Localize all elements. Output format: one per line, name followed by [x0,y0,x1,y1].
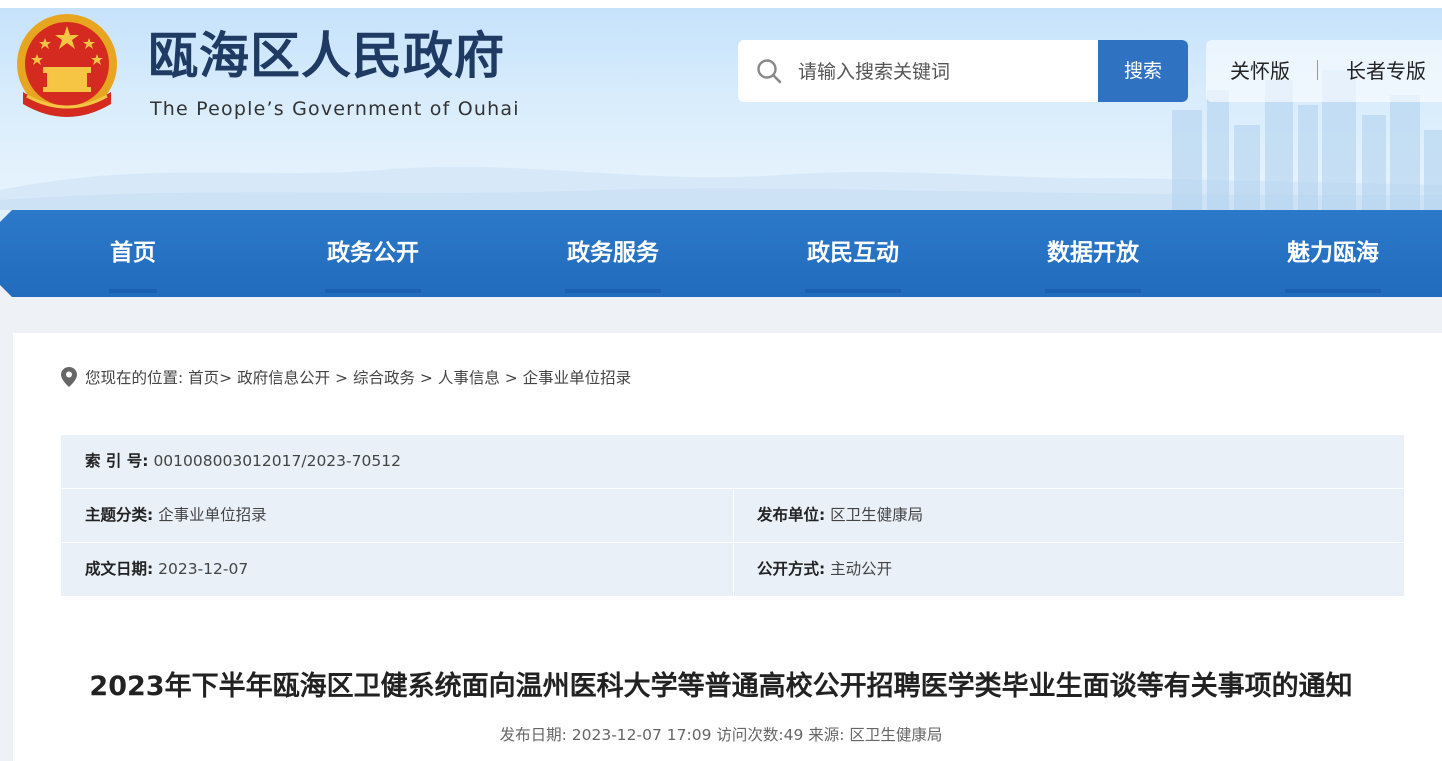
index-cell: 索 引 号: 001008003012017/2023-70512 [85,435,401,488]
topic-label: 主题分类: [85,506,154,524]
site-title: 瓯海区人民政府 [148,27,505,85]
nav-item-gov-services[interactable]: 政务服务 [565,210,661,297]
info-row-date: 成文日期: 2023-12-07 公开方式: 主动公开 [61,543,1404,596]
nav-underline [565,289,661,293]
nav-item-charm-ouhai[interactable]: 魅力瓯海 [1285,210,1381,297]
info-table: 索 引 号: 001008003012017/2023-70512 主题分类: … [61,435,1404,596]
disclosure-label: 公开方式: [757,560,826,578]
location-pin-icon [61,367,77,387]
nav-underline [805,289,901,293]
nav-item-interaction[interactable]: 政民互动 [805,210,901,297]
breadcrumb-recruitment[interactable]: 企事业单位招录 [523,369,632,387]
nav-item-label: 首页 [110,240,156,266]
info-row-topic: 主题分类: 企事业单位招录 发布单位: 区卫生健康局 [61,489,1404,543]
info-row-index: 索 引 号: 001008003012017/2023-70512 [61,435,1404,489]
disclosure-cell: 公开方式: 主动公开 [757,543,892,596]
breadcrumb-general-affairs[interactable]: 综合政务 [353,369,415,387]
nav-item-label: 政务公开 [327,240,419,266]
nav-underline [1045,289,1141,293]
date-cell: 成文日期: 2023-12-07 [85,543,248,596]
column-divider [733,543,734,596]
publisher-value: 区卫生健康局 [830,506,924,524]
column-divider [733,489,734,542]
publisher-label: 发布单位: [757,506,826,524]
search-box: 搜索 [738,40,1188,102]
breadcrumb-separator: > [330,369,353,387]
index-label: 索 引 号: [85,452,149,470]
version-divider [1317,60,1318,80]
nav-underline [109,289,157,293]
top-band [0,0,1442,8]
main-nav: 首页 政务公开 政务服务 政民互动 数据开放 魅力瓯海 [0,210,1442,297]
date-label: 成文日期: [85,560,154,578]
nav-item-label: 数据开放 [1047,240,1139,266]
topic-value: 企事业单位招录 [158,506,267,524]
breadcrumb-personnel[interactable]: 人事信息 [438,369,500,387]
breadcrumb-separator: > [499,369,523,387]
nav-corner-bottom [0,285,12,297]
nav-item-label: 魅力瓯海 [1287,240,1379,266]
breadcrumb-separator: > [219,369,238,387]
care-version-link[interactable]: 关怀版 [1230,40,1290,102]
nav-underline [1285,289,1381,293]
breadcrumb-gov-info[interactable]: 政府信息公开 [237,369,330,387]
site-subtitle: The People’s Government of Ouhai [150,98,520,120]
index-value: 001008003012017/2023-70512 [153,452,401,470]
nav-item-open-data[interactable]: 数据开放 [1045,210,1141,297]
topic-cell: 主题分类: 企事业单位招录 [85,489,267,542]
elder-version-link[interactable]: 长者专版 [1346,40,1426,102]
site-header: 瓯海区人民政府 The People’s Government of Ouhai… [0,0,1442,210]
breadcrumb-prefix: 您现在的位置: [85,369,189,387]
nav-item-gov-affairs[interactable]: 政务公开 [325,210,421,297]
nav-underline [325,289,421,293]
article-meta: 发布日期: 2023-12-07 17:09 访问次数:49 来源: 区卫生健康… [499,726,943,744]
disclosure-value: 主动公开 [830,560,893,578]
date-value: 2023-12-07 [158,560,249,578]
content-panel: 您现在的位置: 首页> 政府信息公开 > 综合政务 > 人事信息 > 企事业单位… [13,333,1442,761]
national-emblem-icon [17,14,117,117]
nav-item-home[interactable]: 首页 [109,210,157,297]
breadcrumb-separator: > [414,369,438,387]
search-button[interactable]: 搜索 [1098,40,1188,102]
breadcrumb-home[interactable]: 首页 [188,369,219,387]
nav-item-label: 政民互动 [807,240,899,266]
publisher-cell: 发布单位: 区卫生健康局 [757,489,923,542]
nav-item-label: 政务服务 [567,240,659,266]
version-switcher: 关怀版 长者专版 [1206,40,1442,102]
article-title: 2023年下半年瓯海区卫健系统面向温州医科大学等普通高校公开招聘医学类毕业生面谈… [89,671,1353,702]
search-icon [757,59,782,84]
nav-corner-top [0,210,12,222]
